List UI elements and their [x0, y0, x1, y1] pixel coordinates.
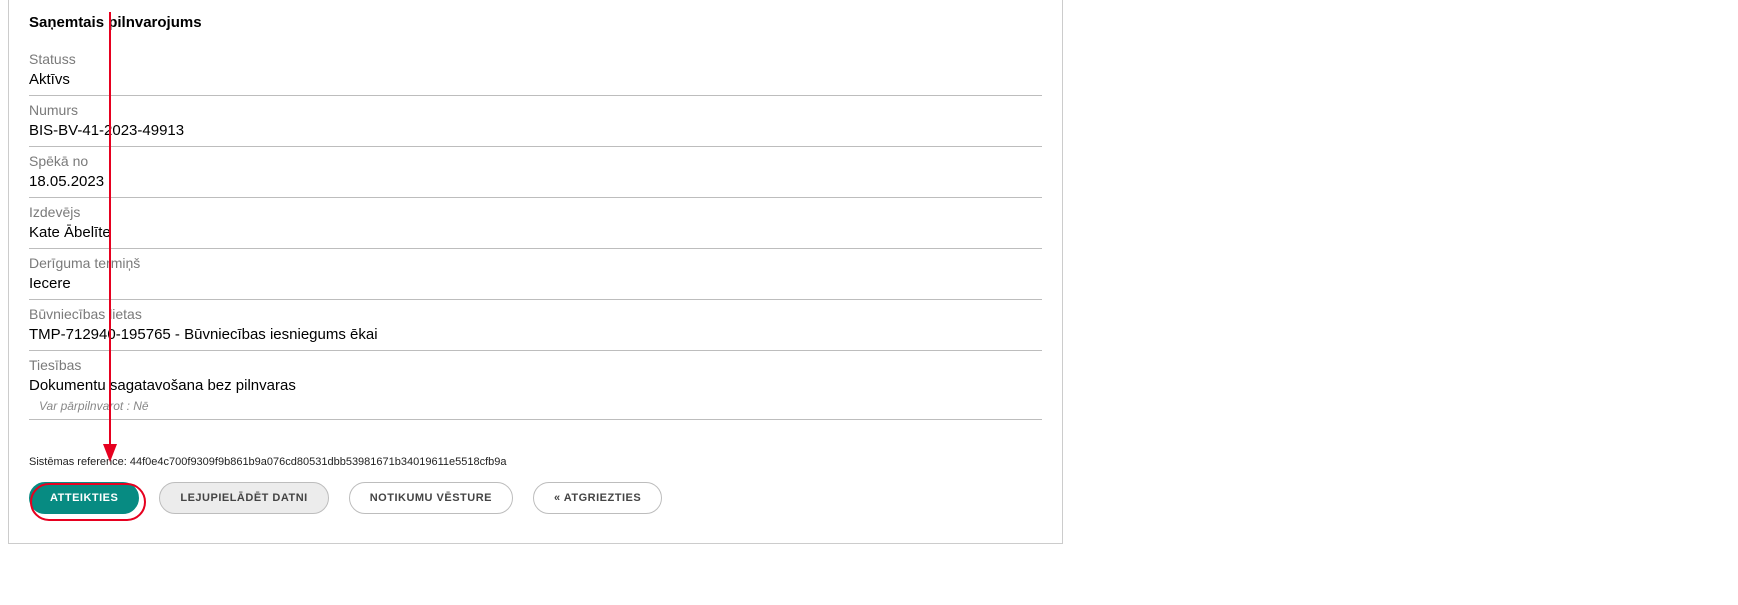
- button-row: Atteikties Lejupielādēt datni Notikumu v…: [29, 482, 1042, 514]
- field-issuer-value: Kate Ābelīte: [29, 222, 1042, 244]
- field-cases-value: TMP-712940-195765 - Būvniecības iesniegu…: [29, 324, 1042, 346]
- download-button[interactable]: Lejupielādēt datni: [159, 482, 328, 514]
- field-status: Statuss Aktīvs: [29, 45, 1042, 96]
- field-cases: Būvniecības lietas TMP-712940-195765 - B…: [29, 300, 1042, 351]
- field-status-label: Statuss: [29, 49, 1042, 69]
- field-validity-value: Iecere: [29, 273, 1042, 295]
- field-number-label: Numurs: [29, 100, 1042, 120]
- field-number-value: BIS-BV-41-2023-49913: [29, 120, 1042, 142]
- decline-button[interactable]: Atteikties: [29, 482, 139, 514]
- field-valid-from-label: Spēkā no: [29, 151, 1042, 171]
- field-cases-label: Būvniecības lietas: [29, 304, 1042, 324]
- field-rights-value: Dokumentu sagatavošana bez pilnvaras: [29, 375, 1042, 397]
- field-rights-label: Tiesības: [29, 355, 1042, 375]
- field-validity-label: Derīguma termiņš: [29, 253, 1042, 273]
- back-button[interactable]: « Atgriezties: [533, 482, 662, 514]
- field-number: Numurs BIS-BV-41-2023-49913: [29, 96, 1042, 147]
- field-rights: Tiesības Dokumentu sagatavošana bez piln…: [29, 351, 1042, 420]
- field-issuer-label: Izdevējs: [29, 202, 1042, 222]
- field-rights-sub: Var pārpilnvarot : Nē: [29, 397, 1042, 415]
- system-reference: Sistēmas reference: 44f0e4c700f9309f9b86…: [29, 456, 1042, 468]
- history-button[interactable]: Notikumu vēsture: [349, 482, 513, 514]
- field-status-value: Aktīvs: [29, 69, 1042, 91]
- field-valid-from-value: 18.05.2023: [29, 171, 1042, 193]
- field-valid-from: Spēkā no 18.05.2023: [29, 147, 1042, 198]
- system-reference-label: Sistēmas reference:: [29, 456, 127, 468]
- page-title: Saņemtais pilnvarojums: [29, 14, 1042, 31]
- field-validity: Derīguma termiņš Iecere: [29, 249, 1042, 300]
- system-reference-value: 44f0e4c700f9309f9b861b9a076cd80531dbb539…: [130, 456, 507, 468]
- authorization-panel: Saņemtais pilnvarojums Statuss Aktīvs Nu…: [8, 0, 1063, 544]
- field-issuer: Izdevējs Kate Ābelīte: [29, 198, 1042, 249]
